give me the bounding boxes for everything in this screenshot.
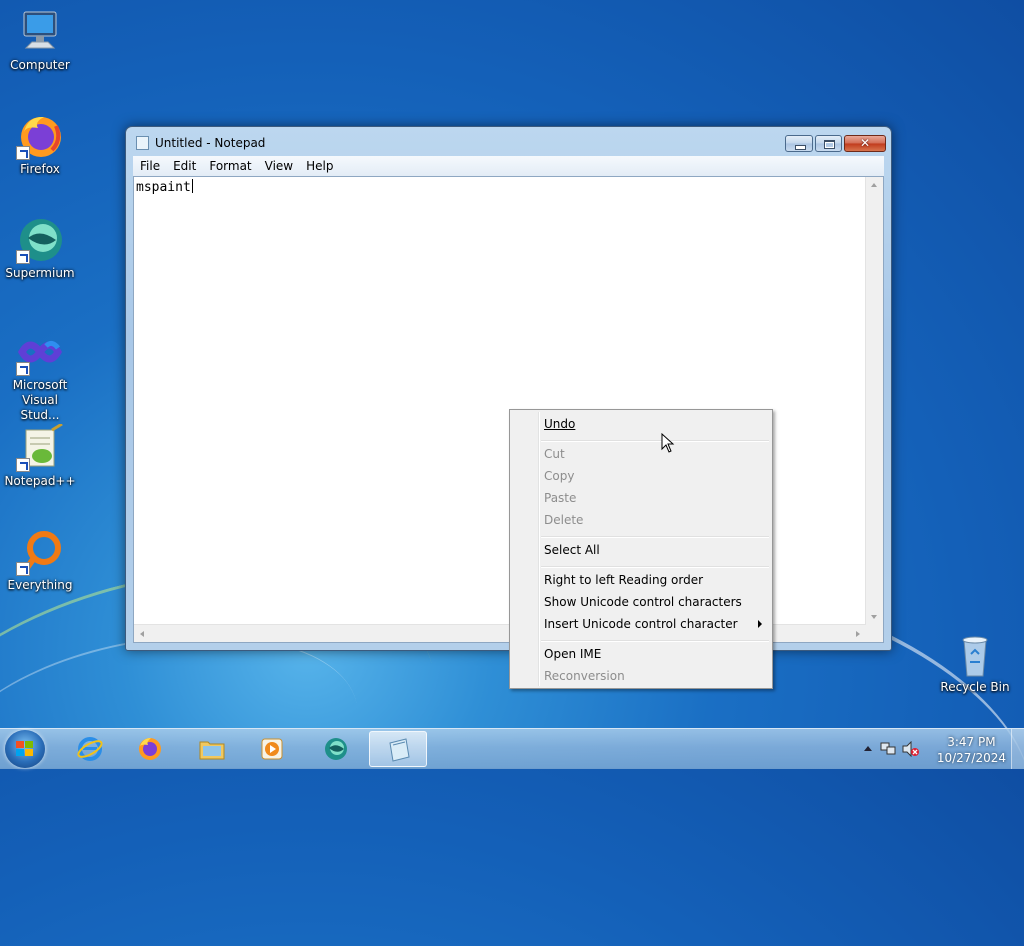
menu-separator (541, 536, 769, 538)
media-player-icon (261, 738, 283, 760)
notepad-icon (136, 136, 149, 150)
desktop-icon-firefox[interactable]: Firefox (0, 112, 80, 177)
desktop-icon-label: Notepad++ (4, 474, 76, 488)
context-menu-cut[interactable]: Cut (544, 446, 565, 462)
scroll-down-icon[interactable] (871, 615, 877, 619)
windows-logo-icon (16, 741, 34, 757)
menu-help[interactable]: Help (299, 156, 339, 174)
desktop-icon-label: Firefox (20, 162, 60, 176)
supermium-icon (16, 216, 64, 264)
volume-muted-icon[interactable] (902, 741, 920, 757)
supermium-icon (325, 738, 347, 760)
computer-icon (16, 8, 64, 56)
scroll-left-icon[interactable] (140, 631, 144, 637)
everything-search-icon (16, 528, 64, 576)
submenu-arrow-icon (758, 620, 762, 628)
desktop-icon-computer[interactable]: Computer (0, 8, 80, 73)
window-title: Untitled - Notepad (155, 136, 266, 150)
taskbar-supermium[interactable] (307, 731, 365, 767)
desktop-icon-label: Recycle Bin (940, 680, 1010, 694)
text-caret (191, 179, 193, 193)
context-menu-select-all[interactable]: Select All (544, 542, 600, 558)
vertical-scrollbar[interactable] (865, 177, 883, 625)
shortcut-arrow-icon (16, 562, 30, 576)
context-menu-show-unicode[interactable]: Show Unicode control characters (544, 594, 742, 610)
context-menu-open-ime[interactable]: Open IME (544, 646, 601, 662)
desktop-icon-label: Everything (7, 578, 73, 592)
taskbar-notepad[interactable] (369, 731, 427, 767)
menu-edit[interactable]: Edit (166, 156, 202, 174)
context-menu-reconversion[interactable]: Reconversion (544, 668, 625, 684)
context-menu-delete[interactable]: Delete (544, 512, 583, 528)
clock-date: 10/27/2024 (936, 751, 1006, 765)
taskbar-windows-explorer[interactable] (183, 731, 241, 767)
scroll-up-icon[interactable] (871, 183, 877, 187)
taskbar-media-player[interactable] (243, 731, 301, 767)
menu-format[interactable]: Format (202, 156, 257, 174)
shortcut-arrow-icon (16, 146, 30, 160)
menu-separator (541, 440, 769, 442)
context-menu: Undo Cut Copy Paste Delete Select All Ri… (509, 409, 773, 689)
system-tray: 3:47 PM 10/27/2024 (854, 729, 1024, 769)
close-icon: ✕ (859, 136, 871, 150)
desktop-icon-visual-studio[interactable]: Microsoft Visual Stud... (0, 328, 80, 423)
show-desktop-button[interactable] (1011, 729, 1024, 769)
shortcut-arrow-icon (16, 458, 30, 472)
menu-bar: File Edit Format View Help (133, 156, 884, 176)
desktop-icon-supermium[interactable]: Supermium (0, 216, 80, 281)
desktop-icon-label: Supermium (5, 266, 75, 280)
shortcut-arrow-icon (16, 362, 30, 376)
menu-separator (541, 640, 769, 642)
internet-explorer-icon (77, 737, 103, 761)
desktop-icon-label: Microsoft Visual Stud... (12, 378, 68, 422)
menu-view[interactable]: View (258, 156, 299, 174)
mouse-pointer-icon (661, 432, 675, 456)
notepadpp-icon (16, 422, 64, 472)
context-menu-rtl-reading-order[interactable]: Right to left Reading order (544, 572, 703, 588)
show-hidden-icons-icon[interactable] (864, 746, 872, 751)
context-menu-copy[interactable]: Copy (544, 468, 574, 484)
scrollbar-corner (866, 625, 883, 642)
title-bar[interactable]: Untitled - Notepad ✕ (126, 127, 891, 157)
context-menu-paste[interactable]: Paste (544, 490, 576, 506)
taskbar-firefox[interactable] (121, 731, 179, 767)
desktop-icon-everything[interactable]: Everything (0, 528, 80, 593)
network-icon[interactable] (880, 741, 896, 757)
scroll-right-icon[interactable] (856, 631, 860, 637)
desktop-icon-label: Computer (10, 58, 70, 72)
recycle-bin-icon (951, 630, 999, 678)
taskbar: 3:47 PM 10/27/2024 (0, 728, 1024, 769)
editor-text: mspaint (136, 180, 191, 195)
desktop-icon-notepadpp[interactable]: Notepad++ (0, 422, 80, 489)
notepad-icon (389, 738, 410, 762)
desktop-icon-recycle-bin[interactable]: Recycle Bin (935, 630, 1015, 695)
menu-separator (541, 566, 769, 568)
firefox-icon (16, 112, 64, 160)
shortcut-arrow-icon (16, 250, 30, 264)
context-menu-insert-unicode[interactable]: Insert Unicode control character (544, 616, 738, 632)
minimize-button[interactable] (785, 135, 813, 152)
visual-studio-icon (16, 328, 64, 376)
clock-time: 3:47 PM (947, 735, 996, 749)
firefox-icon (139, 738, 161, 760)
start-button[interactable] (5, 730, 45, 768)
context-menu-undo[interactable]: Undo (544, 416, 575, 432)
maximize-button[interactable] (815, 135, 842, 152)
taskbar-internet-explorer[interactable] (61, 731, 119, 767)
close-button[interactable]: ✕ (844, 135, 886, 152)
menu-file[interactable]: File (133, 156, 166, 174)
folder-icon (199, 741, 225, 760)
clock[interactable]: 3:47 PM 10/27/2024 (937, 734, 1006, 766)
